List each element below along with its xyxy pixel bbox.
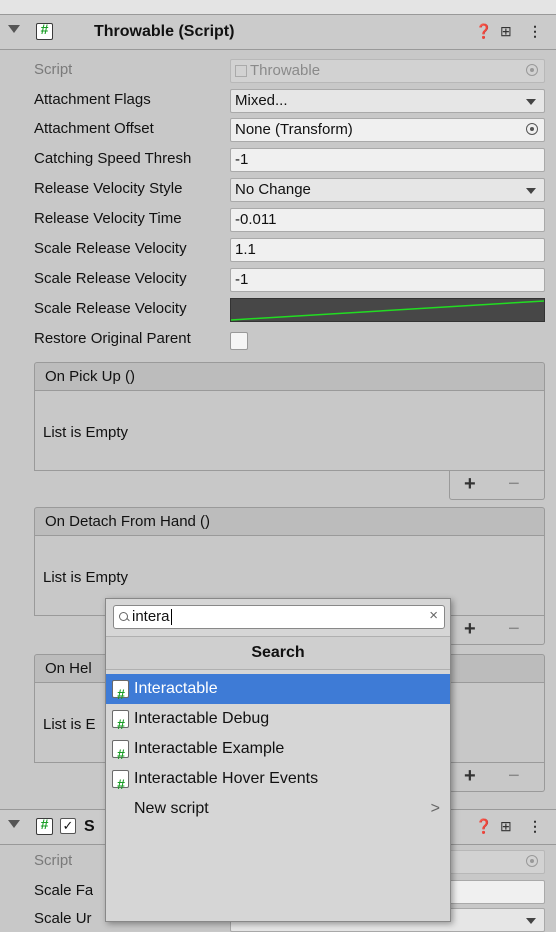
on-detach-title: On Detach From Hand () xyxy=(45,513,211,530)
scale-release-velocity-label-2: Scale Release Velocity xyxy=(34,270,187,287)
popup-search-input[interactable]: intera × xyxy=(113,605,445,629)
script-icon xyxy=(36,816,53,835)
popup-search-text: intera xyxy=(132,608,170,625)
curve-line xyxy=(230,300,545,321)
scale-release-velocity-curve[interactable] xyxy=(230,298,545,322)
attachment-offset-field[interactable]: None (Transform) xyxy=(230,118,545,142)
catching-speed-label: Catching Speed Thresh xyxy=(34,150,192,167)
object-picker-icon[interactable] xyxy=(526,123,538,135)
on-held-add-remove: + − xyxy=(449,763,545,792)
scale-field-label-2: Scale Ur xyxy=(34,910,92,927)
throwable-component-header[interactable]: Throwable (Script) ❓ ⊞ ⋮ xyxy=(0,14,556,50)
popup-title: Search xyxy=(106,636,450,670)
on-held-title: On Hel xyxy=(45,660,92,677)
restore-original-parent-label: Restore Original Parent xyxy=(34,330,191,347)
script-label: Script xyxy=(34,61,73,78)
popup-item-interactable-hover-events[interactable]: Interactable Hover Events xyxy=(106,764,450,799)
scale-field-label: Scale Fa xyxy=(34,882,94,899)
restore-original-parent-checkbox[interactable] xyxy=(230,332,248,350)
clear-search-icon[interactable]: × xyxy=(429,607,438,624)
script-icon xyxy=(112,679,129,709)
on-detach-empty-text: List is Empty xyxy=(43,569,129,586)
release-velocity-style-dropdown[interactable]: No Change xyxy=(230,178,545,202)
release-velocity-style-value: No Change xyxy=(235,181,311,198)
remove-button[interactable]: − xyxy=(508,473,520,496)
release-velocity-time-label: Release Velocity Time xyxy=(34,210,182,227)
release-velocity-time-input[interactable]: -0.011 xyxy=(230,208,545,232)
popup-item-new-script[interactable]: New script > xyxy=(106,794,450,824)
add-button[interactable]: + xyxy=(464,618,476,641)
script-icon xyxy=(112,709,129,739)
add-button[interactable]: + xyxy=(464,765,476,788)
on-detach-header: On Detach From Hand () xyxy=(34,507,545,536)
on-held-empty-text: List is E xyxy=(43,716,96,733)
presets-icon[interactable]: ⊞ xyxy=(500,818,512,835)
inspector-panel: Throwable (Script) ❓ ⊞ ⋮ Script Throwabl… xyxy=(0,0,556,932)
search-icon xyxy=(119,612,128,621)
dropdown-caret-icon xyxy=(526,918,536,924)
scale-release-velocity-input-1[interactable]: 1.1 xyxy=(230,238,545,262)
remove-button[interactable]: − xyxy=(508,765,520,788)
popup-item-label: New script xyxy=(134,800,209,817)
dropdown-caret-icon xyxy=(526,99,536,105)
popup-item-interactable[interactable]: Interactable xyxy=(106,674,450,709)
on-pick-up-empty-text: List is Empty xyxy=(43,424,129,441)
component-title: S xyxy=(84,818,95,835)
attachment-offset-label: Attachment Offset xyxy=(34,120,154,137)
catching-speed-input[interactable]: -1 xyxy=(230,148,545,172)
chevron-right-icon: > xyxy=(430,800,440,817)
script-icon xyxy=(112,739,129,769)
component-title: Throwable (Script) xyxy=(94,23,235,40)
popup-item-label: Interactable xyxy=(134,680,218,697)
scale-release-velocity-label-1: Scale Release Velocity xyxy=(34,240,187,257)
attachment-offset-value: None (Transform) xyxy=(235,121,353,138)
scale-release-velocity-input-2[interactable]: -1 xyxy=(230,268,545,292)
on-pick-up-add-remove: + − xyxy=(449,471,545,500)
presets-icon[interactable]: ⊞ xyxy=(500,23,512,40)
on-pick-up-list: List is Empty xyxy=(34,391,545,471)
on-pick-up-title: On Pick Up () xyxy=(45,368,136,385)
popup-item-interactable-debug[interactable]: Interactable Debug xyxy=(106,704,450,739)
inspector-top-gap xyxy=(0,0,556,14)
popup-item-label: Interactable Debug xyxy=(134,710,270,727)
object-picker-icon xyxy=(526,855,538,867)
curve-graph xyxy=(230,300,545,321)
dropdown-caret-icon xyxy=(526,188,536,194)
on-detach-add-remove: + − xyxy=(449,616,545,645)
object-picker-icon xyxy=(526,64,538,76)
remove-button[interactable]: − xyxy=(508,618,520,641)
add-component-popup: intera × Search Interactable Interactabl… xyxy=(105,598,451,922)
attachment-flags-value: Mixed... xyxy=(235,92,288,109)
script-icon xyxy=(36,21,53,40)
attachment-flags-dropdown[interactable]: Mixed... xyxy=(230,89,545,113)
kebab-menu-icon[interactable]: ⋮ xyxy=(528,818,542,835)
script-field: Throwable xyxy=(230,59,545,83)
script-asset-icon xyxy=(235,65,247,78)
script-field-value: Throwable xyxy=(250,62,321,79)
script-label-2: Script xyxy=(34,852,73,869)
kebab-menu-icon[interactable]: ⋮ xyxy=(528,23,542,40)
foldout-arrow-icon[interactable] xyxy=(8,820,20,828)
add-button[interactable]: + xyxy=(464,473,476,496)
enabled-checkbox[interactable]: ✓ xyxy=(60,818,76,834)
script-icon xyxy=(112,769,129,799)
help-icon[interactable]: ❓ xyxy=(475,818,492,835)
popup-item-label: Interactable Hover Events xyxy=(134,770,319,787)
attachment-flags-label: Attachment Flags xyxy=(34,91,151,108)
on-pick-up-header: On Pick Up () xyxy=(34,362,545,391)
foldout-arrow-icon[interactable] xyxy=(8,25,20,33)
scale-release-velocity-label-3: Scale Release Velocity xyxy=(34,300,187,317)
popup-item-interactable-example[interactable]: Interactable Example xyxy=(106,734,450,769)
help-icon[interactable]: ❓ xyxy=(475,23,492,40)
release-velocity-style-label: Release Velocity Style xyxy=(34,180,183,197)
popup-item-label: Interactable Example xyxy=(134,740,285,757)
